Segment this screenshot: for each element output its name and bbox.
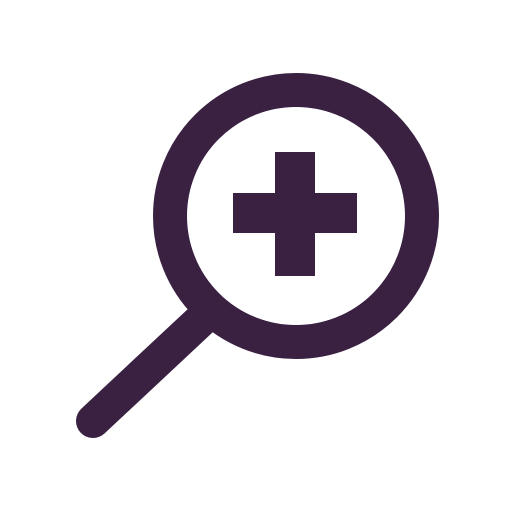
magnifier-handle-icon <box>76 303 218 438</box>
zoom-in-icon[interactable] <box>0 0 512 512</box>
icon-canvas <box>0 0 512 512</box>
plus-vertical-bar-icon <box>275 152 315 276</box>
